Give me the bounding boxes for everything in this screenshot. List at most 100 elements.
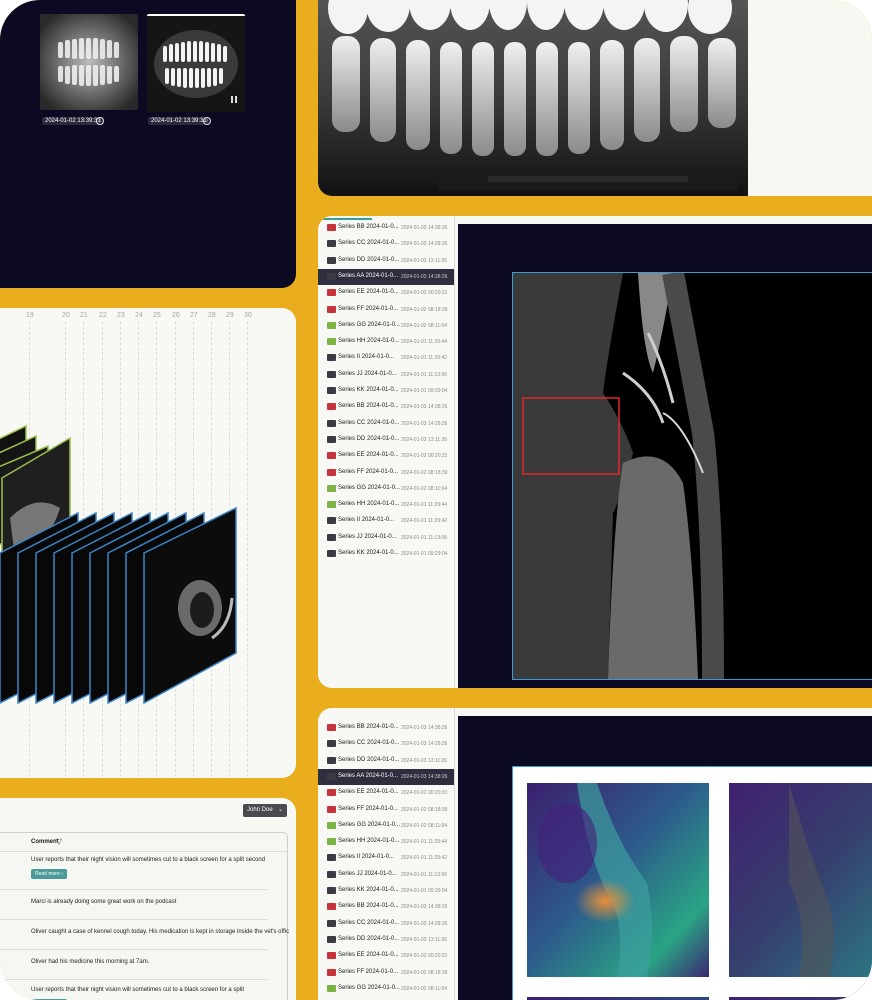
comment-row: Oliver had his medicine this morning at … (0, 949, 267, 980)
filter-icon[interactable]: ▽ (56, 837, 62, 846)
series-type-icon (327, 224, 336, 231)
read-more-label: Read more (35, 871, 60, 877)
series-timestamp: 2024-01-01 11:29:42 (401, 518, 448, 525)
series-list-item[interactable]: Series II 2024-01-0... 2024-01-01 11:29:4… (318, 513, 454, 529)
series-timestamp: 2024-01-03 14:28:26 (401, 920, 448, 927)
series-timestamp: 2024-01-03 13:11:26 (401, 757, 448, 764)
series-list-item[interactable]: Series KK 2024-01-0... 2024-01-01 09:29:0… (318, 546, 454, 562)
read-more-button[interactable]: Read more › (31, 869, 67, 879)
series-type-icon (327, 724, 336, 731)
series-list-item[interactable]: Series AA 2024-01-0... 2024-01-03 14:38:2… (318, 268, 454, 285)
series-timestamp: 2024-01-01 11:29:44 (401, 502, 448, 509)
comment-text: User reports that their night vision wil… (31, 987, 245, 993)
series-type-icon (327, 240, 336, 248)
series-list-item[interactable]: Series DD 2024-01-0... 2024-01-03 13:11:2… (318, 253, 454, 269)
series-list-item[interactable]: Series EE 2024-01-0... 2024-01-02 00:20:3… (318, 785, 454, 801)
series-list-item[interactable]: Series HH 2024-01-0... 2024-01-01 11:29:4… (318, 334, 454, 350)
dental-xray-image[interactable] (318, 0, 748, 196)
series-list-item[interactable]: Series CC 2024-01-0... 2024-01-03 14:28:2… (318, 236, 454, 252)
series-list-item[interactable]: Series DD 2024-01-0... 2024-01-03 13:11:2… (318, 753, 454, 769)
series-type-icon (327, 435, 336, 443)
series-list-item[interactable]: Series GG 2024-01-0... 2024-01-02 08:11:0… (318, 981, 454, 997)
series-list-item[interactable]: Series FF 2024-01-0... 2024-01-02 08:18:3… (318, 802, 454, 818)
series-timestamp: 2024-01-02 08:11:04 (401, 822, 448, 829)
series-list-item[interactable]: Series BB 2024-01-0... 2024-01-03 14:38:2… (318, 220, 454, 236)
series-name: Series II 2024-01-0... (338, 517, 395, 524)
series-timestamp: 2024-01-02 00:20:31 (401, 790, 448, 797)
series-list-item[interactable]: Series II 2024-01-0... 2024-01-01 11:29:4… (318, 850, 454, 866)
series-name: Series FF 2024-01-0... (338, 805, 399, 812)
series-list-item[interactable]: Series DD 2024-01-0... 2024-01-03 13:11:2… (318, 932, 454, 948)
series-list-item[interactable]: Series BB 2024-01-0... 2024-01-03 14:38:2… (318, 899, 454, 915)
series-list-item[interactable]: Series KK 2024-01-0... 2024-01-01 09:29:0… (318, 883, 454, 899)
series-list-item[interactable]: Series CC 2024-01-0... 2024-01-03 14:28:2… (318, 416, 454, 432)
series-list-item[interactable]: Series HH 2024-01-0... 2024-01-01 11:29:4… (318, 497, 454, 513)
comments-header: Comment ▽ (0, 833, 287, 852)
series-type-icon (327, 903, 336, 911)
series-list-item[interactable]: Series KK 2024-01-0... 2024-01-01 09:29:0… (318, 383, 454, 399)
series-list-item[interactable]: Series EE 2024-01-0... 2024-01-02 00:20:3… (318, 448, 454, 464)
series-type-icon (327, 984, 336, 992)
stacked-slices-visualization[interactable] (0, 308, 296, 778)
series-type-icon (327, 289, 336, 297)
series-name: Series KK 2024-01-0... (338, 887, 399, 893)
dental-xray-thumbnail-selected[interactable] (147, 14, 245, 112)
series-list-item[interactable]: Series FF 2024-01-0... 2024-01-02 08:18:3… (318, 302, 454, 318)
series-timestamp: 2024-01-02 08:11:04 (401, 485, 448, 492)
series-name: Series GG 2024-01-0... (338, 321, 401, 328)
series-name: Series II 2024-01-0... (338, 354, 395, 361)
series-list-item[interactable]: Series GG 2024-01-0... 2024-01-02 08:11:0… (318, 318, 454, 334)
dental-viewer-panel (318, 0, 872, 196)
user-select[interactable]: John Doe ⌄ (243, 804, 287, 817)
series-list-item[interactable]: Series FF 2024-01-0... 2024-01-02 08:18:3… (318, 465, 454, 481)
series-name: Series DD 2024-01-0... (338, 256, 400, 263)
series-timestamp: 2024-01-01 11:29:42 (401, 855, 448, 862)
series-list-item[interactable]: Series GG 2024-01-0... 2024-01-02 08:11:0… (318, 481, 454, 497)
series-type-icon (327, 805, 336, 813)
series-timestamp: 2024-01-02 00:20:31 (401, 453, 448, 460)
series-list-item[interactable]: Series EE 2024-01-0... 2024-01-02 00:20:3… (318, 285, 454, 301)
thumbnail-panel: 2024-01-02 13:39:31 i 2024-01-02 13:39:3… (0, 0, 296, 288)
dental-xray-thumbnail[interactable] (40, 14, 138, 110)
series-list-item[interactable]: Series JJ 2024-01-0... 2024-01-01 11:13:0… (318, 530, 454, 546)
comment-row: User reports that their night vision wil… (0, 979, 267, 1000)
series-list-item[interactable]: Series CC 2024-01-0... 2024-01-03 14:28:2… (318, 916, 454, 932)
series-type-icon (327, 501, 336, 509)
series-list-item[interactable]: Series BB 2024-01-0... 2024-01-03 14:38:2… (318, 399, 454, 415)
thumbnail-timestamp: 2024-01-02 13:39:31 (42, 117, 104, 125)
series-name: Series EE 2024-01-0... (338, 952, 399, 959)
series-timestamp: 2024-01-01 11:29:44 (401, 839, 448, 846)
series-type-icon (327, 354, 336, 362)
series-list-item[interactable]: Series CC 2024-01-0... 2024-01-03 14:28:2… (318, 736, 454, 752)
series-timestamp: 2024-01-03 14:38:26 (401, 725, 448, 731)
series-name: Series BB 2024-01-0... (338, 403, 399, 410)
series-type-icon (327, 370, 336, 378)
series-timestamp: 2024-01-03 14:28:26 (401, 241, 448, 248)
series-list-item[interactable]: Series JJ 2024-01-0... 2024-01-01 11:13:0… (318, 367, 454, 383)
series-timestamp: 2024-01-01 11:13:06 (401, 534, 448, 541)
series-list-item[interactable]: Series HH 2024-01-0... 2024-01-01 11:29:4… (318, 834, 454, 850)
series-list-item[interactable]: Series EE 2024-01-0... 2024-01-02 00:20:3… (318, 948, 454, 964)
mri-image-frame[interactable] (512, 272, 872, 680)
info-icon[interactable]: i (96, 117, 104, 125)
series-type-icon (327, 968, 336, 976)
series-name: Series EE 2024-01-0... (338, 452, 399, 459)
series-type-icon (327, 305, 336, 313)
series-name: Series FF 2024-01-0... (338, 305, 399, 312)
info-icon[interactable]: i (203, 117, 211, 125)
heatmap-image[interactable] (729, 783, 872, 977)
series-list-item[interactable]: Series BB 2024-01-0... 2024-01-03 14:38:2… (318, 720, 454, 736)
series-name: Series AA 2024-01-0... (338, 272, 399, 279)
series-list-item[interactable]: Series JJ 2024-01-0... 2024-01-01 11:13:0… (318, 867, 454, 883)
series-name: Series CC 2024-01-0... (338, 919, 400, 926)
series-list-item[interactable]: Series GG 2024-01-0... 2024-01-02 08:11:0… (318, 818, 454, 834)
series-list-item[interactable]: Series II 2024-01-0... 2024-01-01 11:29:4… (318, 350, 454, 366)
heatmap-image[interactable] (527, 783, 709, 977)
series-name: Series II 2024-01-0... (338, 854, 395, 861)
series-list-item[interactable]: Series DD 2024-01-0... 2024-01-03 13:11:2… (318, 432, 454, 448)
series-list-item[interactable]: Series FF 2024-01-0... 2024-01-02 08:18:3… (318, 965, 454, 981)
comment-row: User reports that their night vision wil… (0, 851, 267, 890)
series-list-item[interactable]: Series AA 2024-01-0... 2024-01-03 14:38:2… (318, 768, 454, 785)
series-timestamp: 2024-01-03 14:38:26 (401, 404, 448, 411)
series-type-icon (327, 887, 336, 894)
